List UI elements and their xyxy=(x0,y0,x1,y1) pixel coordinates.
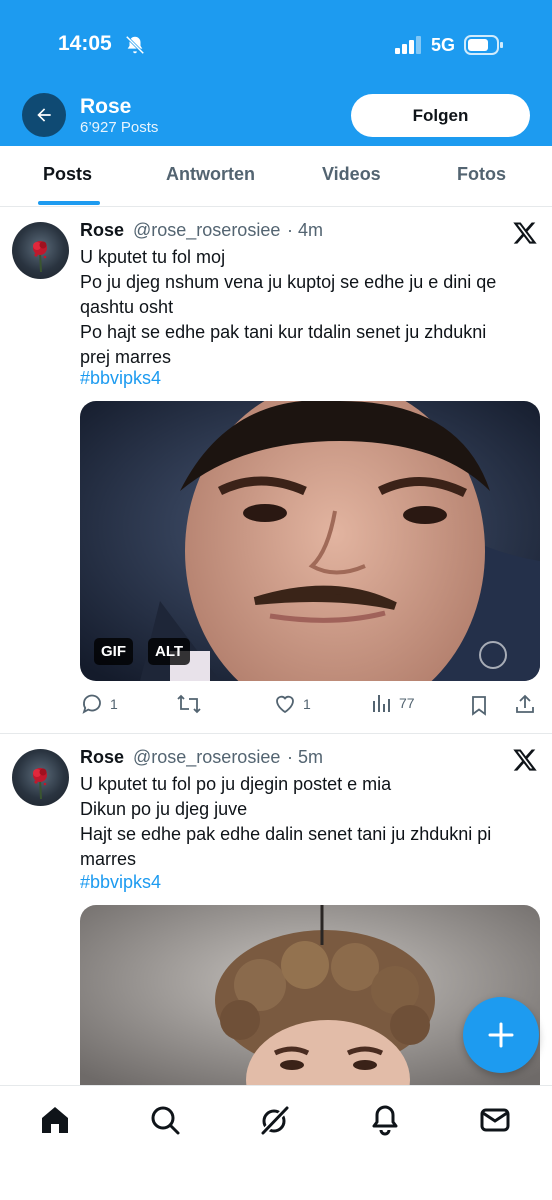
bookmark-icon[interactable] xyxy=(468,694,490,716)
status-time: 14:05 xyxy=(58,32,112,55)
rose-avatar-image xyxy=(33,768,47,800)
tab-replies[interactable]: Antworten xyxy=(166,164,255,185)
reply-count: 1 xyxy=(110,696,118,712)
like-count: 1 xyxy=(303,696,311,712)
rose-avatar-image xyxy=(33,241,47,273)
post-separator: · xyxy=(287,747,293,767)
post-text-line: Po ju djeg nshum vena ju kuptoj se edhe … xyxy=(80,272,497,292)
hashtag-link[interactable]: #bbvipks4 xyxy=(80,368,161,389)
tab-videos[interactable]: Videos xyxy=(322,164,381,185)
tab-photos[interactable]: Fotos xyxy=(457,164,506,185)
arrow-left-icon xyxy=(37,108,51,122)
signal-icon xyxy=(395,36,421,54)
heart-icon xyxy=(276,695,294,714)
grok-icon[interactable] xyxy=(258,1103,292,1137)
views-button[interactable]: 77 xyxy=(371,692,415,714)
tab-posts[interactable]: Posts xyxy=(43,164,92,185)
repost-icon xyxy=(177,694,201,714)
x-logo-icon xyxy=(513,749,537,771)
back-button[interactable] xyxy=(22,93,66,137)
post-text-line: U kputet tu fol po ju djegin postet e mi… xyxy=(80,774,392,794)
post-text-line: Po hajt se edhe pak tani kur tdalin sene… xyxy=(80,322,487,342)
post-text-line: marres xyxy=(80,849,137,869)
share-icon[interactable] xyxy=(514,693,536,715)
post-text-line: Hajt se edhe pak edhe dalin senet tani j… xyxy=(80,824,492,844)
gif-media[interactable] xyxy=(80,905,540,1095)
battery-icon xyxy=(464,35,503,55)
tab-indicator xyxy=(38,201,100,205)
avatar[interactable] xyxy=(12,749,69,806)
post-time[interactable]: 4m xyxy=(298,220,323,241)
gif-badge: GIF xyxy=(94,638,133,665)
avatar[interactable] xyxy=(12,222,69,279)
post-text-line: Dikun po ju djeg juve xyxy=(80,799,248,819)
post-text-line: qashtu osht xyxy=(80,297,174,317)
like-button[interactable]: 1 xyxy=(273,692,311,716)
alt-badge[interactable]: ALT xyxy=(148,638,191,665)
post-author-handle[interactable]: @rose_roserosiee xyxy=(133,747,280,768)
notifications-icon[interactable] xyxy=(368,1103,402,1137)
compose-button[interactable] xyxy=(463,997,539,1073)
post-text-line: U kputet tu fol moj xyxy=(80,247,226,267)
post-author-name[interactable]: Rose xyxy=(80,747,124,768)
follow-button[interactable]: Folgen xyxy=(351,94,530,137)
reply-icon xyxy=(82,694,101,714)
post-separator: · xyxy=(287,220,293,240)
hashtag-link[interactable]: #bbvipks4 xyxy=(80,872,161,893)
reply-button[interactable]: 1 xyxy=(80,692,118,716)
bell-slash-icon xyxy=(125,35,145,55)
post-text: U kputet tu fol moj Po ju djeg nshum ven… xyxy=(80,245,542,370)
post-time[interactable]: 5m xyxy=(298,747,323,768)
repost-button[interactable] xyxy=(176,692,202,716)
post-author-name[interactable]: Rose xyxy=(80,220,124,241)
profile-tabs: Posts Antworten Videos Fotos xyxy=(0,146,552,207)
home-icon[interactable] xyxy=(38,1103,72,1137)
bottom-navigation xyxy=(0,1085,552,1200)
post-count: 6’927 Posts xyxy=(80,119,159,136)
gif-image xyxy=(80,905,540,1095)
messages-icon[interactable] xyxy=(478,1103,512,1137)
post-author-handle[interactable]: @rose_roserosiee xyxy=(133,220,280,241)
post[interactable]: Rose @rose_roserosiee · 4m U kputet tu f… xyxy=(0,207,552,734)
plus-icon xyxy=(488,1022,514,1048)
profile-name: Rose xyxy=(80,95,132,118)
search-icon[interactable] xyxy=(148,1103,182,1137)
views-count: 77 xyxy=(399,695,415,711)
gif-media[interactable]: GIF ALT xyxy=(80,401,540,681)
views-chart-icon xyxy=(373,695,390,712)
post-text-line: prej marres xyxy=(80,347,172,367)
profile-header: 14:05 5G Rose 6’927 Posts Folgen xyxy=(0,0,552,146)
post-actions: 1 1 77 xyxy=(80,692,540,720)
network-label: 5G xyxy=(431,35,456,55)
x-logo-icon xyxy=(513,222,537,244)
post-text: U kputet tu fol po ju djegin postet e mi… xyxy=(80,772,542,872)
